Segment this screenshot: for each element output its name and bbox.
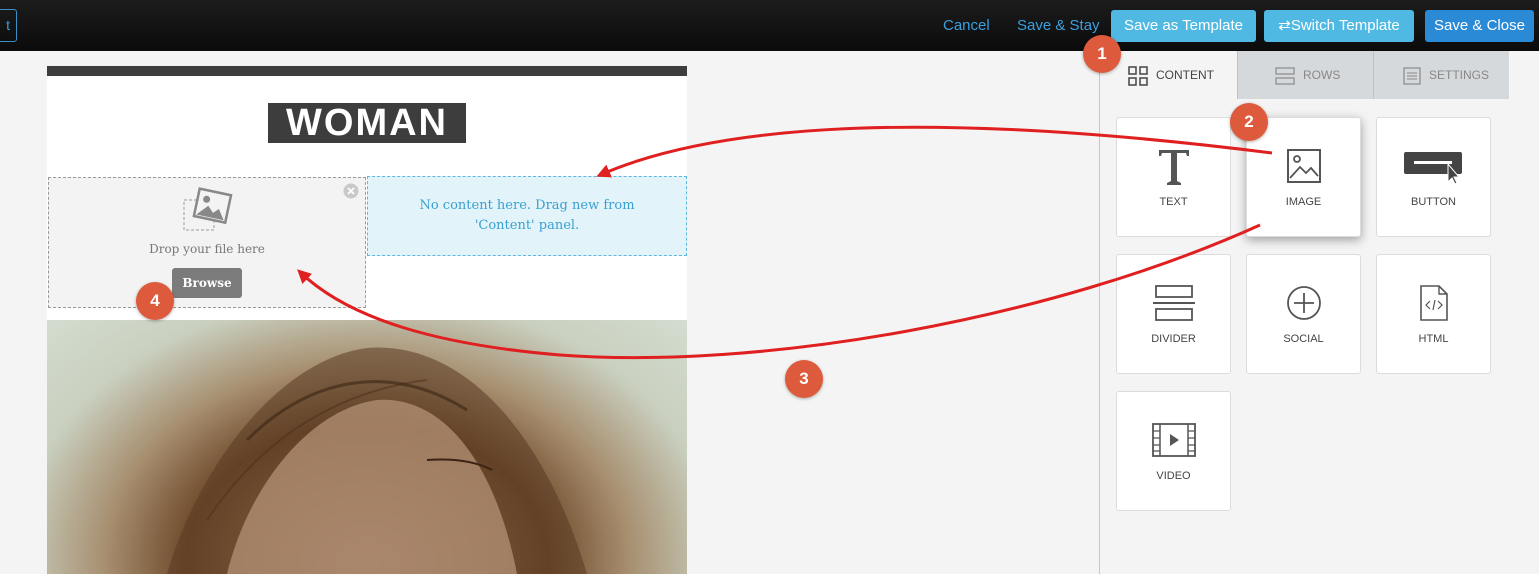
annotation-arrows [297, 125, 1273, 360]
step-badge-4: 4 [136, 282, 174, 320]
arrow-image-to-drop-block [297, 223, 1261, 360]
step-badge-2: 2 [1230, 103, 1268, 141]
arrow-image-to-empty-block [596, 125, 1273, 178]
step-badge-3: 3 [785, 360, 823, 398]
step-badge-1: 1 [1083, 35, 1121, 73]
